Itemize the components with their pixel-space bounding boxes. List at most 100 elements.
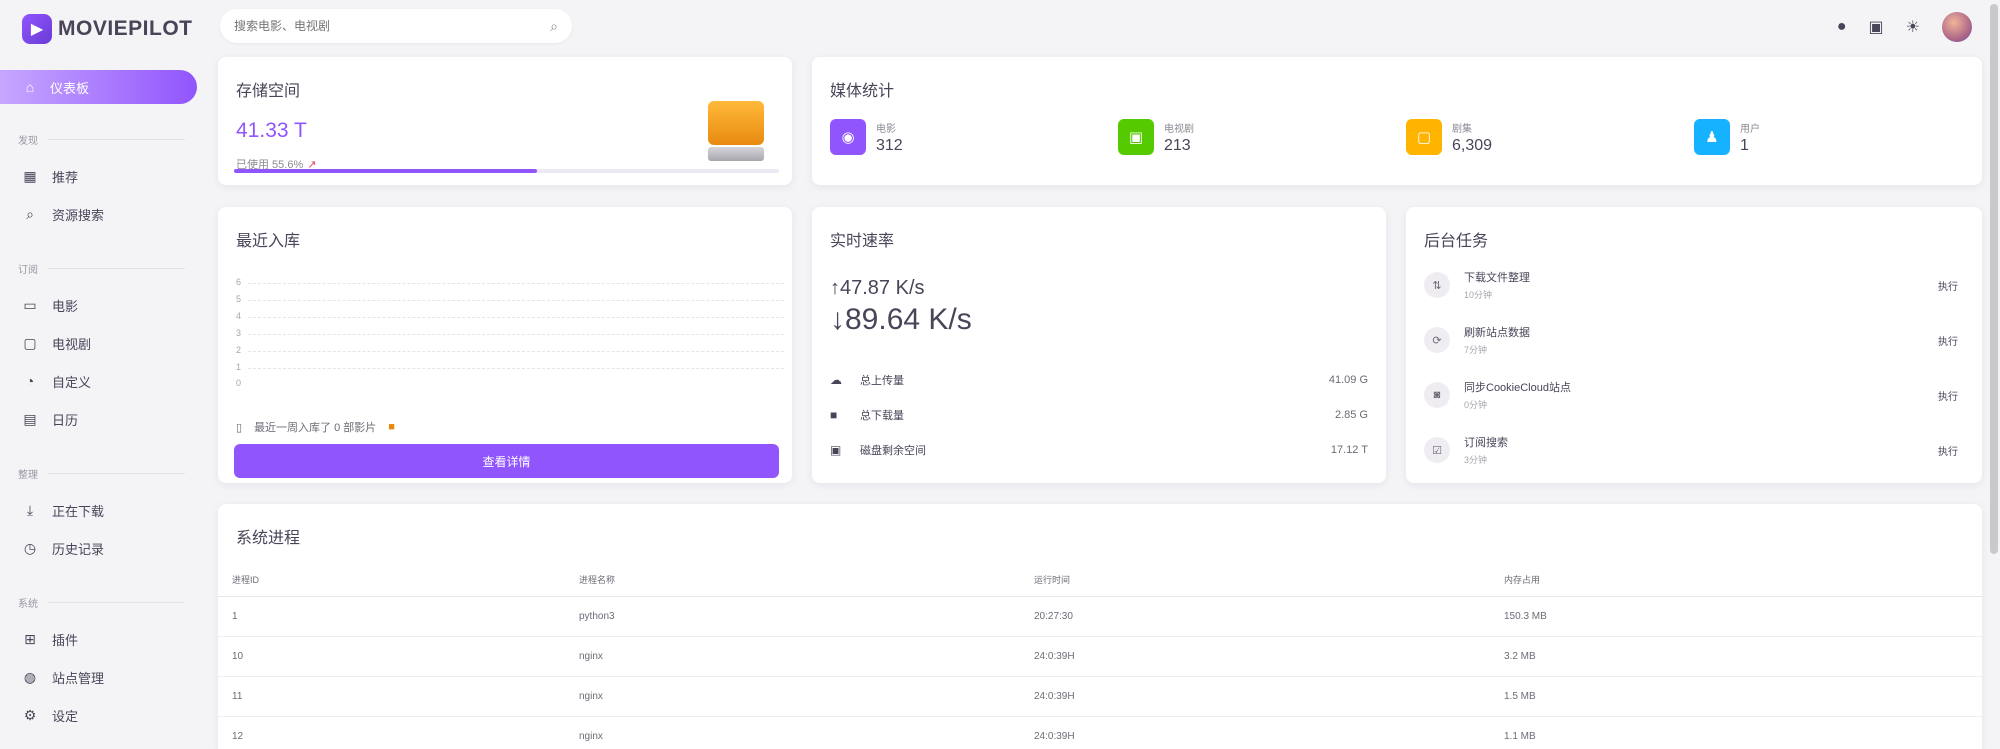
sidebar-item-label: 历史记录 — [52, 541, 105, 557]
movie-icon: ▭ — [23, 296, 37, 313]
sidebar-item-label: 推荐 — [52, 169, 79, 185]
tick-label: 6 — [236, 277, 242, 287]
sidebar-item-tv[interactable]: ▢ 电视剧 — [0, 324, 205, 362]
subscribe-icon: ☑ — [1424, 437, 1450, 463]
storage-title: 存储空间 — [236, 83, 301, 100]
processes-card: 系统进程 进程ID 进程名称 运行时间 内存占用 1 python3 20:27:3… — [218, 504, 1982, 749]
home-icon: ⌂ — [25, 79, 35, 95]
task-item: ⟳ 刷新站点数据 7分钟 执行 — [1424, 324, 1958, 356]
total-upload-row: ☁ 总上传量 41.09 G — [830, 373, 1368, 387]
upload-speed: ↑47.87 K/s — [830, 277, 925, 299]
table-row: 1 python3 20:27:30 150.3 MB — [218, 596, 1982, 637]
sidebar-item-recommend[interactable]: ▦ 推荐 — [0, 157, 205, 195]
run-task-button[interactable]: 执行 — [1938, 333, 1958, 348]
sidebar-item-label: 设定 — [52, 708, 79, 724]
history-icon: ◷ — [23, 539, 37, 556]
transfer-icon: ⇅ — [1424, 272, 1450, 298]
sidebar-item-movie[interactable]: ▭ 电影 — [0, 286, 205, 324]
storage-progress — [234, 169, 779, 173]
download-speed: ↓89.64 K/s — [830, 303, 972, 336]
tasks-card: 后台任务 ⇅ 下载文件整理 10分钟 执行 ⟳ 刷新站点数据 7分钟 执行 ◙ 同步… — [1406, 207, 1982, 483]
storage-card: 存储空间 41.33 T 已使用 55.6% ↗ — [218, 57, 792, 185]
sidebar-item-search[interactable]: ⌕ 资源搜索 — [0, 195, 205, 233]
recent-note: ▯ 最近一周入库了 0 部影片 ■ — [236, 421, 395, 434]
stat-tv: ▣ 电视剧 213 — [1118, 119, 1194, 155]
column-header[interactable]: 内存占用 — [1490, 564, 1982, 597]
sidebar-item-label: 站点管理 — [52, 670, 105, 686]
stat-users: ♟ 用户 1 — [1694, 119, 1760, 155]
sidebar-item-label: 资源搜索 — [52, 207, 105, 223]
movie-icon: ◉ — [830, 119, 866, 155]
logo-icon: ▶ — [22, 14, 52, 44]
disk-icon: ▣ — [830, 443, 842, 457]
user-icon: ♟ — [1694, 119, 1730, 155]
disk-free-row: ▣ 磁盘剩余空间 17.12 T — [830, 443, 1368, 457]
sidebar-item-history[interactable]: ◷ 历史记录 — [0, 529, 205, 567]
run-task-button[interactable]: 执行 — [1938, 443, 1958, 458]
disk-icon — [708, 101, 764, 161]
sidebar-section-organize: 整理 — [18, 466, 205, 481]
theme-icon[interactable]: ☀ — [1906, 17, 1920, 37]
sidebar-item-label: 电影 — [52, 298, 79, 314]
speed-title: 实时速率 — [830, 233, 895, 250]
search-bar[interactable]: ⌕ — [220, 9, 572, 43]
media-stats-card: 媒体统计 ◉ 电影 312 ▣ 电视剧 213 ▢ 剧集 6,309 ♟ 用户 1 — [812, 57, 1982, 185]
sidebar-item-label: 仪表板 — [50, 80, 90, 96]
brand[interactable]: ▶ MOVIEPILOT — [0, 10, 205, 48]
table-row: 11 nginx 24:0:39H 1.5 MB — [218, 676, 1982, 717]
sidebar-item-label: 插件 — [52, 632, 79, 648]
tick-label: 3 — [236, 328, 242, 338]
task-item: ☑ 订阅搜索 3分钟 执行 — [1424, 434, 1958, 466]
recent-card: 最近入库 6 5 4 3 2 1 0 ▯ 最近一周入库了 0 部影片 ■ 查看详情 — [218, 207, 792, 483]
tick-label: 2 — [236, 345, 242, 355]
message-icon[interactable]: ▣ — [1869, 17, 1884, 37]
scrollbar[interactable] — [1990, 4, 1998, 554]
tick-label: 0 — [236, 378, 242, 388]
sidebar-section-subscribe: 订阅 — [18, 261, 205, 276]
sidebar-item-plugins[interactable]: ⊞ 插件 — [0, 620, 205, 658]
column-header[interactable]: 进程名称 — [565, 564, 1020, 597]
processes-title: 系统进程 — [236, 530, 301, 547]
sidebar-item-label: 自定义 — [52, 374, 92, 390]
sidebar-item-dashboard[interactable]: ⌂ 仪表板 — [0, 70, 197, 104]
tv-icon: ▣ — [1118, 119, 1154, 155]
column-header[interactable]: 进程ID — [218, 564, 565, 597]
table-row: 10 nginx 24:0:39H 3.2 MB — [218, 636, 1982, 677]
search-input[interactable] — [234, 19, 551, 33]
processes-table: 进程ID 进程名称 运行时间 内存占用 1 python3 20:27:30 150.… — [218, 564, 1982, 749]
globe-icon: ◍ — [23, 668, 37, 685]
table-header: 进程ID 进程名称 运行时间 内存占用 — [218, 564, 1982, 597]
app-name: MOVIEPILOT — [58, 17, 193, 40]
episode-icon: ▢ — [1406, 119, 1442, 155]
cloud-upload-icon: ☁ — [830, 373, 842, 387]
download-icon: ⤓ — [26, 501, 34, 518]
recent-title: 最近入库 — [236, 233, 301, 250]
total-download-row: ■ 总下载量 2.85 G — [830, 408, 1368, 422]
tick-label: 5 — [236, 294, 242, 304]
refresh-icon: ⟳ — [1424, 327, 1450, 353]
view-details-button[interactable]: 查看详情 — [234, 444, 779, 478]
download-box-icon: ■ — [830, 408, 838, 422]
cookie-icon: ◙ — [1424, 382, 1450, 408]
speed-card: 实时速率 ↑47.87 K/s ↓89.64 K/s ☁ 总上传量 41.09 G … — [812, 207, 1386, 483]
sidebar-section-discover: 发现 — [18, 132, 205, 147]
gear-icon: ⚙ — [23, 706, 37, 723]
sidebar-item-custom[interactable]: ◔ 自定义 — [0, 362, 205, 400]
sidebar-item-downloading[interactable]: ⤓ 正在下载 — [0, 491, 205, 529]
search-icon: ⌕ — [26, 205, 34, 222]
storage-progress-fill — [234, 169, 538, 173]
stat-episodes: ▢ 剧集 6,309 — [1406, 119, 1492, 155]
column-header[interactable]: 运行时间 — [1020, 564, 1490, 597]
sidebar-item-calendar[interactable]: ▤ 日历 — [0, 400, 205, 438]
sidebar-item-settings[interactable]: ⚙ 设定 — [0, 696, 205, 734]
rss-icon: ◔ — [25, 373, 35, 389]
gift-icon: ■ — [388, 421, 395, 433]
tasks-title: 后台任务 — [1424, 233, 1489, 250]
run-task-button[interactable]: 执行 — [1938, 388, 1958, 403]
avatar[interactable] — [1942, 12, 1972, 42]
sidebar-item-sites[interactable]: ◍ 站点管理 — [0, 658, 205, 696]
search-icon[interactable]: ⌕ — [550, 18, 558, 35]
task-item: ◙ 同步CookieCloud站点 0分钟 执行 — [1424, 379, 1958, 411]
run-task-button[interactable]: 执行 — [1938, 278, 1958, 293]
github-icon[interactable]: ● — [1837, 18, 1847, 36]
